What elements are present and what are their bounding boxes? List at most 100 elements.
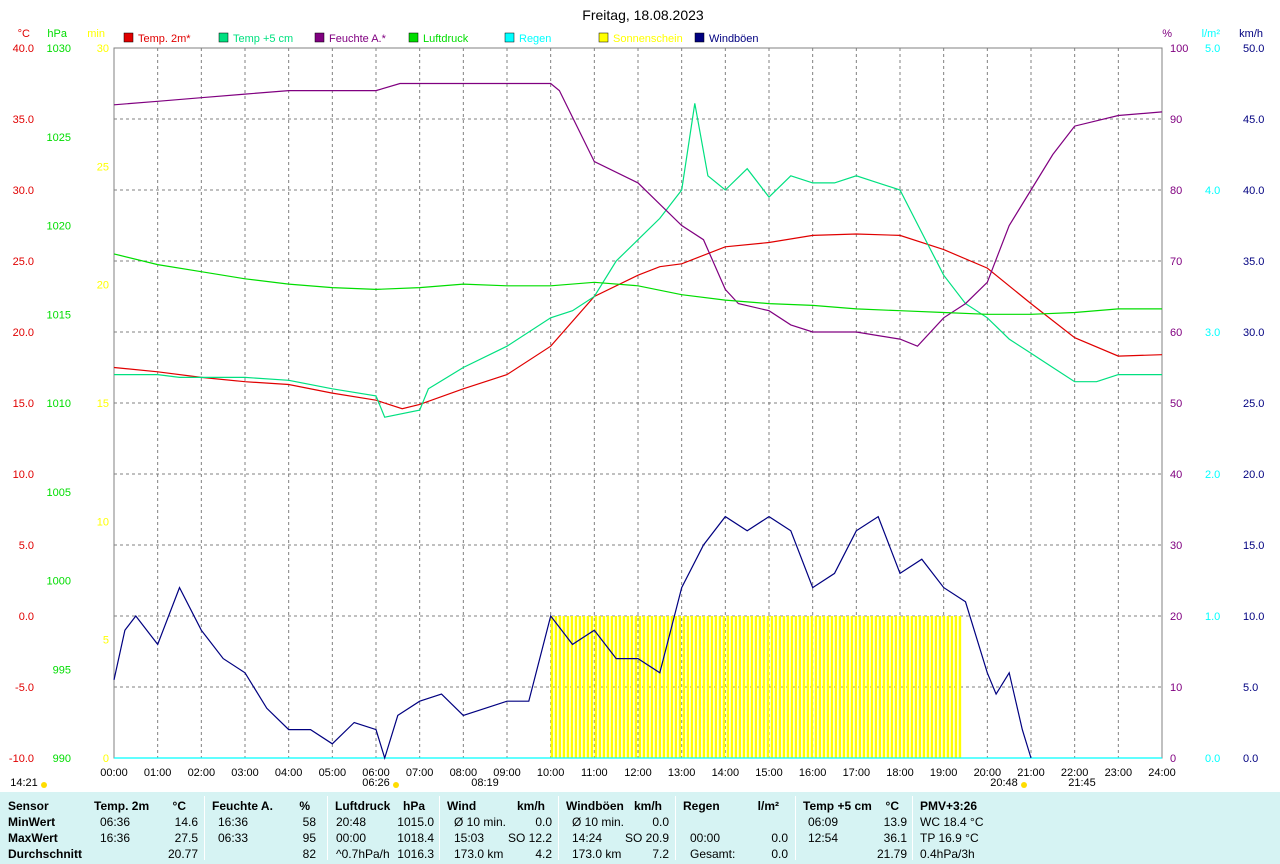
marker-label: 20:48 (990, 777, 1018, 789)
row-label: MinWert (8, 815, 56, 829)
tick-x: 11:00 (581, 767, 608, 779)
stat-value: 36.1 (883, 831, 907, 845)
sun-bar (778, 616, 782, 758)
tick-wind: 5.0 (1243, 682, 1258, 694)
stat-value: 82 (302, 847, 316, 861)
tick-sun: 0 (103, 753, 109, 765)
tick-pressure: 1015 (47, 309, 71, 321)
sun-bar (834, 616, 838, 758)
stat-value: 0.0 (535, 815, 552, 829)
column-separator (912, 796, 913, 860)
sun-bar (934, 616, 938, 758)
sun-bar (942, 616, 946, 758)
sun-bar (730, 616, 734, 758)
tick-humidity: 0 (1170, 753, 1176, 765)
sun-bar (946, 616, 950, 758)
sun-bar (698, 616, 702, 758)
stat-key: 0.4hPa/3h (920, 847, 975, 861)
sun-bar (682, 616, 686, 758)
sun-bar (802, 616, 806, 758)
sun-bar (694, 616, 698, 758)
tick-sun: 25 (97, 161, 109, 173)
sun-bar (618, 616, 622, 758)
stat-value: 4.2 (535, 847, 552, 861)
column-separator (558, 796, 559, 860)
sun-bar (878, 616, 882, 758)
sun-bar (882, 616, 886, 758)
sun-bar (706, 616, 710, 758)
sun-bar (930, 616, 934, 758)
tick-sun: 15 (97, 398, 109, 410)
sun-bar (902, 616, 906, 758)
axis-unit-sun: min (87, 28, 105, 40)
sun-bar (738, 616, 742, 758)
legend-swatch (123, 32, 134, 43)
sun-bar (746, 616, 750, 758)
sun-bar (754, 616, 758, 758)
sun-bar (586, 616, 590, 758)
tick-humidity: 50 (1170, 398, 1182, 410)
marker-label: 08:19 (471, 777, 499, 789)
tick-pressure: 1030 (47, 43, 71, 55)
tick-pressure: 1005 (47, 487, 71, 499)
stat-value: 13.9 (883, 815, 907, 829)
tick-pressure: 1000 (47, 576, 71, 588)
section-unit: °C (172, 799, 186, 813)
tick-rain: 4.0 (1205, 185, 1220, 197)
tick-humidity: 80 (1170, 185, 1182, 197)
sun-bar (794, 616, 798, 758)
sun-bar (578, 616, 582, 758)
section-header: Windböen (566, 799, 624, 813)
tick-x: 18:00 (886, 767, 914, 779)
legend-label: Temp. 2m* (138, 33, 191, 45)
tick-x: 00:00 (100, 767, 128, 779)
sun-bar (758, 616, 762, 758)
tick-pressure: 1010 (47, 398, 71, 410)
legend-label: Sonnenschein (613, 33, 683, 45)
tick-x: 03:00 (231, 767, 259, 779)
tick-x: 02:00 (188, 767, 216, 779)
tick-wind: 40.0 (1243, 185, 1264, 197)
sun-bar (898, 616, 902, 758)
tick-x: 23:00 (1105, 767, 1133, 779)
tick-rain: 5.0 (1205, 43, 1220, 55)
stat-key: 15:03 (454, 831, 485, 845)
stat-key: 06:36 (100, 815, 131, 829)
legend: Temp. 2m* Temp +5 cm Feuchte A.* Luftdruck R… (123, 32, 759, 45)
row-label: Sensor (8, 799, 49, 813)
sun-bar (714, 616, 718, 758)
stat-value: 58 (302, 815, 316, 829)
sun-bar (770, 616, 774, 758)
tick-x: 01:00 (144, 767, 172, 779)
sun-bar (670, 616, 674, 758)
tick-humidity: 100 (1170, 43, 1188, 55)
section-header: Feuchte A. (212, 799, 273, 813)
sun-bar (590, 616, 594, 758)
marker-label: 21:45 (1068, 777, 1096, 789)
legend-swatch (314, 32, 325, 43)
sun-bar (854, 616, 858, 758)
sun-bar (558, 616, 562, 758)
sun-bar (550, 616, 554, 758)
stat-value: 1015.0 (397, 815, 434, 829)
tick-temp: 5.0 (19, 540, 34, 552)
stat-key: 12:54 (808, 831, 839, 845)
sun-bar (838, 616, 842, 758)
sun-bar (762, 616, 766, 758)
legend-swatch (218, 32, 229, 43)
legend-label: Regen (519, 33, 551, 45)
tick-temp: -10.0 (9, 753, 34, 765)
sun-bar (626, 616, 630, 758)
stat-key: 16:36 (218, 815, 249, 829)
stat-value: 27.5 (174, 831, 198, 845)
marker-label: 06:26 (362, 777, 390, 789)
legend-label: Windböen (709, 33, 759, 45)
section-unit: l/m² (757, 799, 779, 813)
sun-bar (570, 616, 574, 758)
sun-bar (690, 616, 694, 758)
axis-unit-rain: l/m² (1202, 28, 1221, 40)
tick-sun: 10 (97, 516, 109, 528)
tick-wind: 45.0 (1243, 114, 1264, 126)
sun-bar (614, 616, 618, 758)
legend-label: Temp +5 cm (233, 33, 293, 45)
